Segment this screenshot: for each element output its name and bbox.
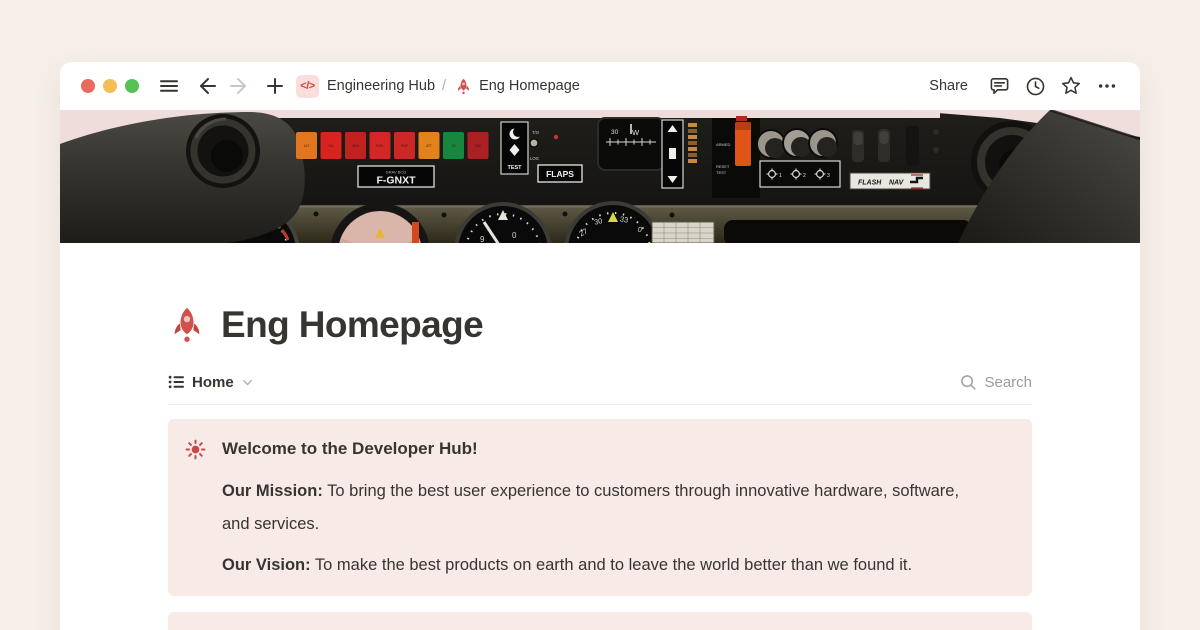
toolbar-actions: Share — [929, 73, 1120, 99]
page-content: Eng Homepage Home Search — [60, 304, 1140, 630]
favorite-star-icon[interactable] — [1058, 73, 1084, 99]
page-rocket-emoji-icon[interactable] — [168, 306, 206, 344]
svg-text:TEST: TEST — [507, 165, 522, 171]
flash-nav-placard: FLASH NAV — [850, 173, 930, 189]
cockpit-photo: 250 9 0 27 30 — [60, 110, 1140, 243]
led-stack — [688, 123, 697, 163]
tab-home-label: Home — [192, 374, 234, 391]
dial-placard: 1 2 3 — [760, 161, 840, 187]
breadcrumb-page[interactable]: Eng Homepage — [479, 78, 580, 94]
svg-text:NAV: NAV — [889, 180, 905, 187]
new-tab-icon[interactable] — [262, 73, 288, 99]
svg-text:W: W — [632, 128, 640, 137]
back-icon[interactable] — [194, 73, 220, 99]
page-title[interactable]: Eng Homepage — [221, 304, 483, 346]
zoom-window-button[interactable] — [125, 79, 139, 93]
toolbar: </> Engineering Hub / Eng Homepage Share — [60, 62, 1140, 110]
svg-text:ATT: ATT — [426, 144, 432, 148]
sun-icon — [185, 439, 206, 460]
svg-text:TEST: TEST — [716, 170, 727, 175]
search-label: Search — [984, 374, 1032, 391]
svg-text:LOG: LOG — [530, 156, 539, 161]
svg-text:F-GNXT: F-GNXT — [376, 175, 416, 187]
data-placard — [652, 222, 714, 243]
svg-text:1: 1 — [779, 173, 782, 179]
toggle-switch-small — [530, 139, 538, 147]
comments-icon[interactable] — [986, 73, 1012, 99]
forward-icon[interactable] — [226, 73, 252, 99]
minimize-window-button[interactable] — [103, 79, 117, 93]
menu-icon[interactable] — [156, 73, 182, 99]
svg-text:FLASH: FLASH — [858, 180, 882, 187]
svg-text:9: 9 — [480, 235, 485, 243]
workspace-code-icon[interactable]: </> — [296, 75, 319, 98]
search-button[interactable]: Search — [959, 373, 1032, 391]
breadcrumb-workspace[interactable]: Engineering Hub — [327, 78, 435, 94]
svg-text:FUEL: FUEL — [376, 144, 384, 148]
search-icon — [959, 373, 977, 391]
svg-text:ALT: ALT — [304, 144, 310, 148]
indicator-dot — [554, 135, 558, 139]
callout-welcome[interactable]: Welcome to the Developer Hub! Our Missio… — [168, 419, 1032, 596]
page-title-row: Eng Homepage — [168, 304, 1032, 346]
tab-home[interactable]: Home — [168, 374, 254, 391]
test-panel: TEST — [501, 122, 528, 174]
rocket-emoji-icon — [455, 78, 472, 95]
elt-lever: ARMED RESET TEST — [712, 116, 760, 198]
browser-window: </> Engineering Hub / Eng Homepage Share — [60, 62, 1140, 630]
close-window-button[interactable] — [81, 79, 95, 93]
list-view-icon — [168, 374, 185, 390]
sky-strip — [180, 110, 940, 118]
svg-text:VAC: VAC — [475, 144, 482, 148]
page: { "theme": { "page_bg": "#f6efe9", "wind… — [0, 0, 1200, 630]
vision-paragraph: Our Vision: To make the best products on… — [222, 549, 962, 582]
view-tabs-row: Home Search — [168, 369, 1032, 395]
traffic-lights[interactable] — [80, 78, 140, 94]
svg-text:ARMED: ARMED — [716, 142, 731, 147]
chevron-down-icon[interactable] — [241, 376, 254, 389]
history-clock-icon[interactable] — [1022, 73, 1048, 99]
svg-text:2: 2 — [803, 173, 806, 179]
svg-text:FLAPS: FLAPS — [546, 169, 574, 179]
callout-resources[interactable]: Other resources to reference when workin… — [168, 612, 1032, 630]
breadcrumb-separator: / — [442, 78, 446, 94]
svg-text:T/O: T/O — [532, 130, 540, 135]
svg-text:0: 0 — [512, 231, 517, 240]
air-vent-left — [186, 114, 260, 188]
flaps-placard: FLAPS — [538, 165, 582, 182]
mission-paragraph: Our Mission: To bring the best user expe… — [222, 475, 962, 541]
compass: 30 W — [598, 118, 664, 170]
svg-text:33: 33 — [619, 214, 629, 224]
breadcrumb: Engineering Hub / Eng Homepage — [327, 78, 580, 95]
light-knobs — [757, 129, 837, 158]
registration-placard: GRAV BCG F-GNXT — [358, 166, 434, 187]
svg-text:30: 30 — [611, 129, 619, 136]
share-button[interactable]: Share — [929, 78, 968, 94]
svg-text:GEN: GEN — [352, 144, 360, 148]
svg-text:3: 3 — [827, 173, 830, 179]
glareshield-shadow — [724, 220, 972, 243]
svg-text:RESET: RESET — [716, 164, 730, 169]
page-cover-banner: 250 9 0 27 30 — [60, 110, 1140, 243]
svg-text:PMP: PMP — [401, 144, 408, 148]
callout-welcome-body: Welcome to the Developer Hub! Our Missio… — [222, 437, 962, 582]
svg-text:OIL: OIL — [328, 144, 333, 148]
tabs-divider — [168, 404, 1032, 405]
trim-indicator — [662, 120, 683, 188]
callout-welcome-heading: Welcome to the Developer Hub! — [222, 437, 962, 461]
more-options-icon[interactable] — [1094, 73, 1120, 99]
